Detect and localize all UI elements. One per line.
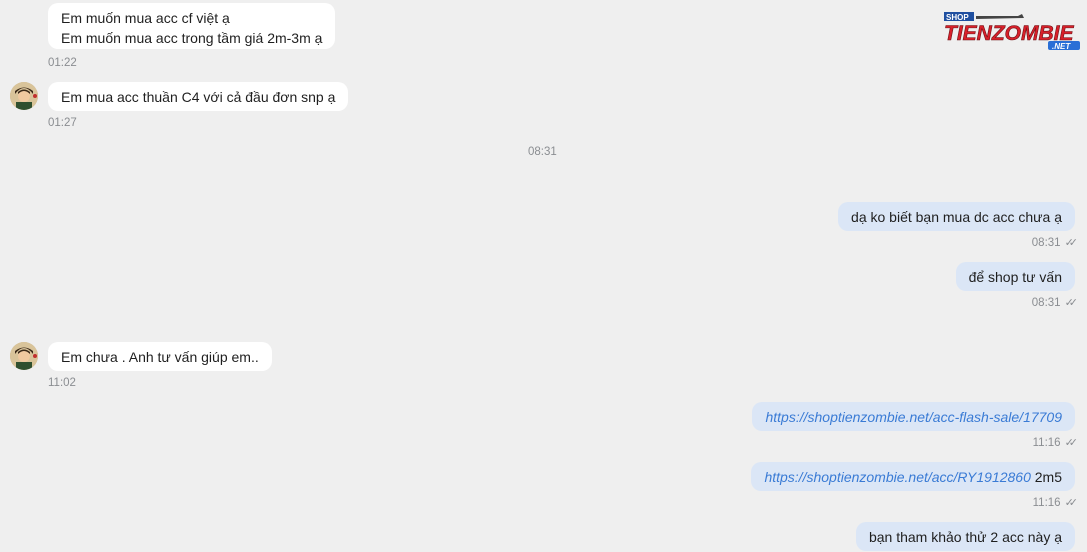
message-text: Em chưa . Anh tư vấn giúp em..: [61, 349, 259, 365]
message-text: để shop tư vấn: [968, 269, 1062, 285]
user-avatar-icon: [10, 82, 38, 110]
incoming-message[interactable]: Em chưa . Anh tư vấn giúp em..: [48, 342, 272, 371]
message-status: 08:31 ✓✓: [1031, 236, 1079, 250]
double-check-icon: ✓✓: [1064, 497, 1079, 509]
message-time: 11:02: [48, 377, 76, 389]
message-text: Em mua acc thuần C4 với cả đầu đơn snp ạ: [61, 89, 336, 105]
message-text: 2m5: [1030, 469, 1062, 485]
incoming-message[interactable]: Em muốn mua acc cf việt ạ Em muốn mua ac…: [48, 3, 336, 49]
message-text: bạn tham khảo thử 2 acc này ạ: [868, 529, 1062, 545]
shop-logo: SHOP TIENZOMBIE .NET: [942, 8, 1082, 51]
message-time: 11:16: [1032, 497, 1061, 509]
message-time: 08:31: [1031, 237, 1061, 249]
logo-shop-text: SHOP: [946, 13, 969, 22]
outgoing-message[interactable]: https://shoptienzombie.net/acc-flash-sal…: [752, 402, 1075, 431]
message-status: 11:16 ✓✓: [1032, 496, 1079, 510]
logo-tld-text: .NET: [1052, 42, 1071, 50]
double-check-icon: ✓✓: [1064, 437, 1079, 449]
message-time: 08:31: [1031, 297, 1061, 309]
message-text: dạ ko biết bạn mua dc acc chưa ạ: [851, 209, 1062, 225]
message-time: 01:22: [48, 57, 77, 69]
avatar[interactable]: [10, 342, 38, 370]
date-divider: 08:31: [528, 146, 557, 158]
message-text: Em muốn mua acc trong tầm giá 2m-3m ạ: [61, 30, 323, 46]
message-link[interactable]: https://shoptienzombie.net/acc-flash-sal…: [765, 409, 1062, 425]
double-check-icon: ✓✓: [1064, 237, 1079, 249]
message-time: 11:16: [1032, 437, 1061, 449]
incoming-message[interactable]: Em mua acc thuần C4 với cả đầu đơn snp ạ: [48, 82, 349, 111]
outgoing-message[interactable]: https://shoptienzombie.net/acc/RY1912860…: [751, 462, 1075, 491]
message-time: 01:27: [48, 117, 77, 129]
message-text: Em muốn mua acc cf việt ạ: [61, 10, 230, 26]
outgoing-message[interactable]: để shop tư vấn: [955, 262, 1075, 291]
message-status: 11:16 ✓✓: [1032, 436, 1079, 450]
double-check-icon: ✓✓: [1064, 297, 1079, 309]
message-status: 08:31 ✓✓: [1031, 296, 1079, 310]
outgoing-message[interactable]: dạ ko biết bạn mua dc acc chưa ạ: [838, 202, 1075, 231]
user-avatar-icon: [10, 342, 38, 370]
message-link[interactable]: https://shoptienzombie.net/acc/RY1912860: [764, 469, 1030, 485]
avatar[interactable]: [10, 82, 38, 110]
outgoing-message[interactable]: bạn tham khảo thử 2 acc này ạ: [855, 522, 1075, 551]
